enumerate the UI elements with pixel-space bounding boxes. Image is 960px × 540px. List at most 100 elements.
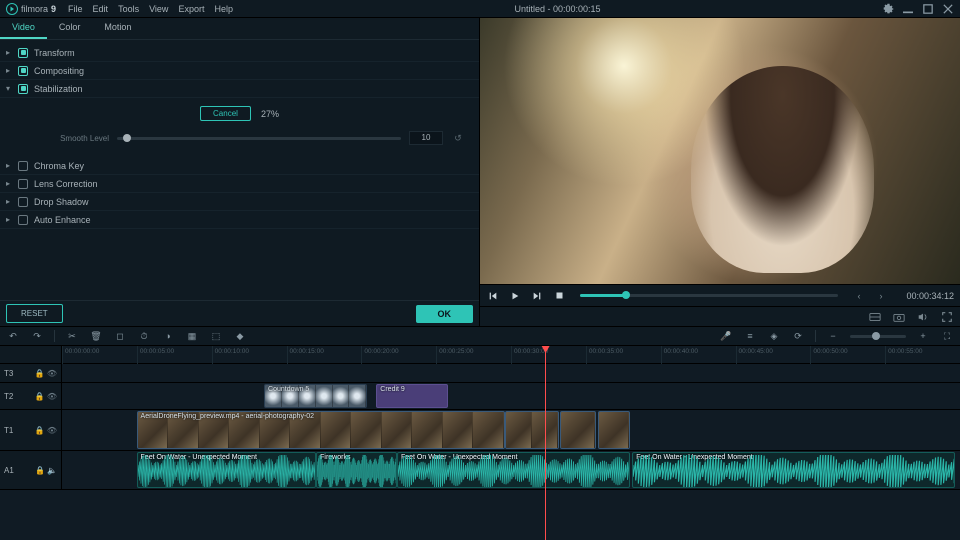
clip-overlay[interactable]: Countdown 5Countdown 5 — [264, 384, 367, 408]
prop-chroma-key[interactable]: ▸ Chroma Key — [0, 157, 479, 175]
preview-quality-bar — [480, 306, 960, 326]
stop-icon[interactable] — [552, 289, 566, 303]
eye-icon[interactable]: 👁 — [47, 426, 57, 435]
timeline-ruler[interactable]: 00:00:00:0000:00:05:0000:00:10:0000:00:1… — [0, 346, 960, 364]
settings-icon[interactable] — [882, 3, 894, 15]
track-head-T3[interactable]: T3🔒👁 — [0, 364, 62, 382]
zoom-in-icon[interactable]: + — [916, 329, 930, 343]
tab-motion[interactable]: Motion — [92, 18, 143, 39]
menu-file[interactable]: File — [68, 4, 83, 14]
undo-icon[interactable]: ↶ — [6, 329, 20, 343]
prop-drop-shadow[interactable]: ▸ Drop Shadow — [0, 193, 479, 211]
ruler-head — [0, 346, 62, 363]
prop-transform[interactable]: ▸ Transform — [0, 44, 479, 62]
clip-title[interactable]: Credit 9 — [376, 384, 448, 408]
redo-icon[interactable]: ↷ — [30, 329, 44, 343]
checkbox-compositing[interactable] — [18, 66, 28, 76]
close-icon[interactable] — [942, 3, 954, 15]
reset-button[interactable]: RESET — [6, 304, 63, 323]
clip-video[interactable]: AerialDroneFlying_preview.mp4 - aerial-p… — [137, 411, 505, 449]
lock-icon[interactable]: 🔒 — [35, 369, 45, 378]
clip-video[interactable] — [598, 411, 629, 449]
track-T3: T3🔒👁 — [0, 364, 960, 383]
chevron-right-icon: ▸ — [4, 161, 12, 170]
prop-stabilization[interactable]: ▾ Stabilization — [0, 80, 479, 98]
track-body-T3[interactable] — [62, 364, 960, 382]
cancel-button[interactable]: Cancel — [200, 106, 251, 121]
checkbox-lens-correction[interactable] — [18, 179, 28, 189]
crop-icon[interactable]: ◻ — [113, 329, 127, 343]
checkbox-transform[interactable] — [18, 48, 28, 58]
fullscreen-icon[interactable] — [940, 310, 954, 324]
window-controls — [882, 3, 954, 15]
speed-icon[interactable]: ⏱ — [137, 329, 151, 343]
play-icon[interactable] — [508, 289, 522, 303]
lock-icon[interactable]: 🔒 — [35, 466, 45, 475]
prop-auto-enhance[interactable]: ▸ Auto Enhance — [0, 211, 479, 229]
reset-param-icon[interactable]: ↺ — [451, 133, 465, 144]
track-body-T2[interactable]: Countdown 5Countdown 5 Credit 9 — [62, 383, 960, 409]
track-body-T1[interactable]: AerialDroneFlying_preview.mp4 - aerial-p… — [62, 410, 960, 450]
step-back-icon[interactable] — [486, 289, 500, 303]
lock-icon[interactable]: 🔒 — [35, 426, 45, 435]
smooth-level-slider[interactable] — [117, 137, 401, 140]
mask-icon[interactable]: ⬚ — [209, 329, 223, 343]
green-screen-icon[interactable]: ▦ — [185, 329, 199, 343]
track-body-A1[interactable]: Feet On Water - Unexpected MomentFeet On… — [62, 451, 960, 489]
next-marker-icon[interactable]: › — [874, 289, 888, 303]
checkbox-chroma-key[interactable] — [18, 161, 28, 171]
menu-view[interactable]: View — [149, 4, 168, 14]
maximize-icon[interactable] — [922, 3, 934, 15]
eye-icon[interactable]: 👁 — [47, 369, 57, 378]
ruler-ticks[interactable]: 00:00:00:0000:00:05:0000:00:10:0000:00:1… — [62, 346, 960, 363]
render-icon[interactable]: ⟳ — [791, 329, 805, 343]
app-logo: filmora9 — [6, 3, 56, 15]
cut-icon[interactable]: ✂ — [65, 329, 79, 343]
prop-compositing[interactable]: ▸ Compositing — [0, 62, 479, 80]
clip-audio[interactable]: FireworksFireworks — [316, 452, 397, 488]
checkbox-stabilization[interactable] — [18, 84, 28, 94]
checkbox-drop-shadow[interactable] — [18, 197, 28, 207]
tab-video[interactable]: Video — [0, 18, 47, 39]
clip-audio[interactable]: Feet On Water - Unexpected MomentFeet On… — [397, 452, 630, 488]
zoom-out-icon[interactable]: − — [826, 329, 840, 343]
window-title: Untitled - 00:00:00:15 — [245, 4, 870, 14]
track-head-A1[interactable]: A1🔒🔈 — [0, 451, 62, 489]
quality-icon[interactable] — [868, 310, 882, 324]
step-fwd-icon[interactable] — [530, 289, 544, 303]
volume-icon[interactable] — [916, 310, 930, 324]
prop-label: Drop Shadow — [34, 197, 89, 207]
voiceover-icon[interactable]: 🎤 — [719, 329, 733, 343]
prev-marker-icon[interactable]: ‹ — [852, 289, 866, 303]
menu-edit[interactable]: Edit — [93, 4, 109, 14]
prop-lens-correction[interactable]: ▸ Lens Correction — [0, 175, 479, 193]
playhead[interactable] — [545, 346, 546, 540]
clip-video[interactable] — [505, 411, 559, 449]
menu-help[interactable]: Help — [214, 4, 233, 14]
zoom-fit-icon[interactable]: ⛶ — [940, 329, 954, 343]
track-head-T1[interactable]: T1🔒👁 — [0, 410, 62, 450]
lock-icon[interactable]: 🔒 — [35, 392, 45, 401]
clip-audio[interactable]: Feet On Water - Unexpected MomentFeet On… — [137, 452, 317, 488]
speaker-icon[interactable]: 🔈 — [47, 466, 57, 475]
mixer-icon[interactable]: ≡ — [743, 329, 757, 343]
zoom-slider[interactable] — [850, 335, 906, 338]
preview-seek[interactable] — [580, 294, 838, 297]
snapshot-icon[interactable] — [892, 310, 906, 324]
track-head-T2[interactable]: T2🔒👁 — [0, 383, 62, 409]
tab-color[interactable]: Color — [47, 18, 93, 39]
eye-icon[interactable]: 👁 — [47, 392, 57, 401]
minimize-icon[interactable] — [902, 3, 914, 15]
color-icon[interactable]: ◑ — [161, 329, 175, 343]
clip-video[interactable] — [560, 411, 596, 449]
keyframe-icon[interactable]: ◆ — [233, 329, 247, 343]
ok-button[interactable]: OK — [416, 305, 474, 323]
preview-viewport[interactable] — [480, 18, 960, 284]
menu-export[interactable]: Export — [178, 4, 204, 14]
menu-tools[interactable]: Tools — [118, 4, 139, 14]
clip-audio[interactable]: Feet On Water - Unexpected MomentFeet On… — [632, 452, 955, 488]
smooth-level-value[interactable]: 10 — [409, 131, 443, 145]
marker-icon[interactable]: ◈ — [767, 329, 781, 343]
checkbox-auto-enhance[interactable] — [18, 215, 28, 225]
delete-icon[interactable]: 🗑 — [89, 329, 103, 343]
